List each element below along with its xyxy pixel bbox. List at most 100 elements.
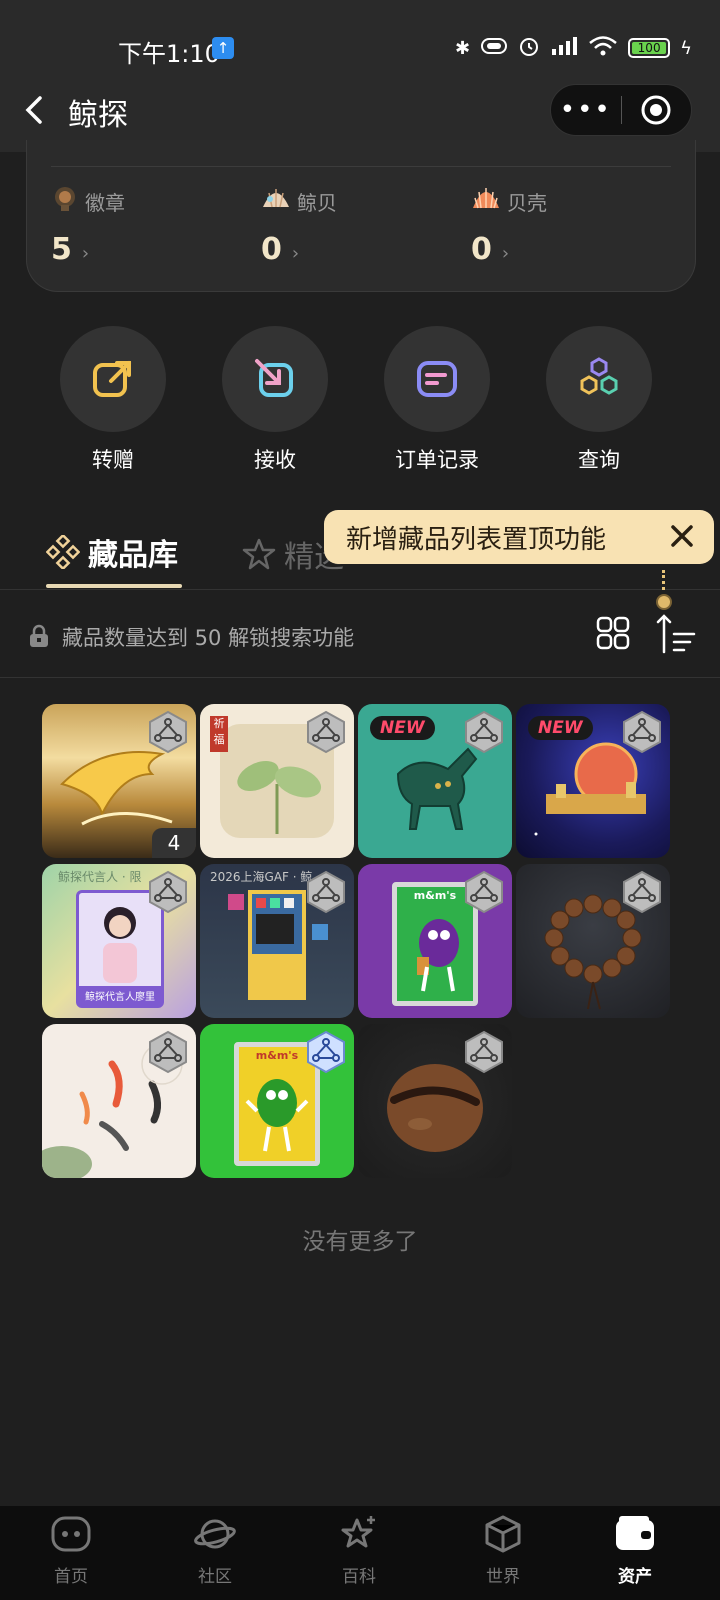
wallet-icon [616,1516,654,1550]
transfer-button[interactable]: 转赠 [58,326,168,474]
tab-collection[interactable]: 藏品库 [46,530,178,574]
chevron-left-icon [25,96,42,124]
stat-scallop[interactable]: 贝壳 0 › [471,184,671,267]
blockchain-icon [623,710,661,754]
blockchain-icon [465,710,503,754]
stat-badge[interactable]: 徽章 5 › [51,184,251,267]
wifi-icon [588,35,618,62]
nav-label: 资产 [618,1567,652,1587]
collectible-card[interactable]: 鲸探代言人 · 限 鲸探代言人廖里 [42,864,196,1018]
chevron-right-icon: › [81,243,90,264]
action-label: 转赠 [92,448,134,472]
collectible-card[interactable]: NEW [358,704,512,858]
signal-icon [550,36,578,61]
blockchain-icon [307,1030,345,1074]
blockchain-icon [307,870,345,914]
collectible-card[interactable]: m&m's [358,864,512,1018]
lock-icon [30,624,48,647]
card-caption: 2026上海GAF · 鲸 [210,870,313,884]
target-icon [641,95,671,125]
stats-card: 徽章 5 › 鲸贝 0 › 贝壳 0 › [26,140,696,292]
collectible-card[interactable] [42,1024,196,1178]
nav-assets[interactable]: 资产 [590,1514,680,1587]
cube-icon [485,1515,521,1553]
count-badge: 4 [152,828,196,858]
sort-icon[interactable] [656,612,696,654]
collectible-card[interactable]: NEW [516,704,670,858]
new-badge: NEW [528,716,593,740]
order-record-button[interactable]: 订单记录 [382,326,492,474]
star-icon [242,538,276,570]
nav-community[interactable]: 社区 [170,1514,260,1587]
search-lock-text: 藏品数量达到 50 解锁搜索功能 [62,626,355,650]
divider [51,166,671,167]
nav-label: 百科 [342,1567,376,1587]
feature-tooltip: 新增藏品列表置顶功能 [324,510,714,564]
collectible-card[interactable]: 2026上海GAF · 鲸 [200,864,354,1018]
nav-label: 社区 [198,1567,232,1587]
collectible-card[interactable]: 祈福 [200,704,354,858]
charging-icon: ϟ [680,37,692,59]
order-icon [417,361,457,397]
page-title: 鲸探 [68,98,128,133]
stat-label: 徽章 [85,190,125,215]
blockchain-icon [149,710,187,754]
receive-button[interactable]: 接收 [220,326,330,474]
nav-label: 首页 [54,1567,88,1587]
nav-encyclopedia[interactable]: 百科 [314,1514,404,1587]
status-icons: ✱ 100 ϟ [455,34,692,62]
nav-home[interactable]: 首页 [26,1514,116,1587]
back-button[interactable] [16,90,56,130]
scallop-icon [471,184,501,219]
receive-icon [255,359,293,397]
home-icon [51,1516,91,1552]
planet-icon [194,1519,236,1549]
chevron-right-icon: › [291,243,300,264]
tab-underline [46,584,182,588]
blockchain-icon [307,710,345,754]
collectible-card[interactable] [358,1024,512,1178]
query-icon [580,357,618,395]
chevron-right-icon: › [501,243,510,264]
new-badge: NEW [370,716,435,740]
stat-label: 贝壳 [507,190,547,215]
query-button[interactable]: 查询 [544,326,654,474]
tag-label: 祈福 [210,716,228,752]
badge-icon [51,185,79,218]
nav-world[interactable]: 世界 [458,1514,548,1587]
action-label: 查询 [578,448,620,472]
bluetooth-icon: ✱ [455,37,471,59]
blockchain-icon [149,870,187,914]
card-caption: 鲸探代言人 · 限 [58,870,142,884]
blockchain-icon [149,1030,187,1074]
tooltip-text: 新增藏品列表置顶功能 [346,524,607,555]
close-icon[interactable] [668,522,696,550]
stat-label: 鲸贝 [297,190,337,215]
search-lock-row: 藏品数量达到 50 解锁搜索功能 [0,598,720,678]
tooltip-pointer [662,570,666,590]
purple-mm-character [417,919,459,992]
no-more-text: 没有更多了 [302,1229,418,1255]
grid-view-icon[interactable] [596,616,630,650]
stat-value: 0 [261,232,282,267]
more-button[interactable]: ••• [551,84,621,136]
diamond-cluster-icon [46,535,80,569]
share-out-icon [93,361,131,397]
upload-icon: ↑ [212,37,234,59]
nav-label: 世界 [486,1567,520,1587]
tab-label: 藏品库 [88,538,178,573]
collectible-card[interactable] [516,864,670,1018]
collectible-card[interactable]: m&m's [200,1024,354,1178]
status-time: 下午1:10 [118,40,220,68]
blockchain-icon [465,1030,503,1074]
collectible-card[interactable]: 4 [42,704,196,858]
battery-icon: 100 [628,38,671,58]
blockchain-icon [623,870,661,914]
stat-value: 0 [471,232,492,267]
stat-whale-shell[interactable]: 鲸贝 0 › [261,184,461,267]
bottom-nav: 首页 社区 百科 世界 资产 [0,1506,720,1600]
encyclopedia-icon [341,1516,375,1548]
shell-icon [261,185,291,218]
close-mini-program-button[interactable] [622,93,692,127]
action-row: 转赠 接收 订单记录 查询 [0,326,720,476]
